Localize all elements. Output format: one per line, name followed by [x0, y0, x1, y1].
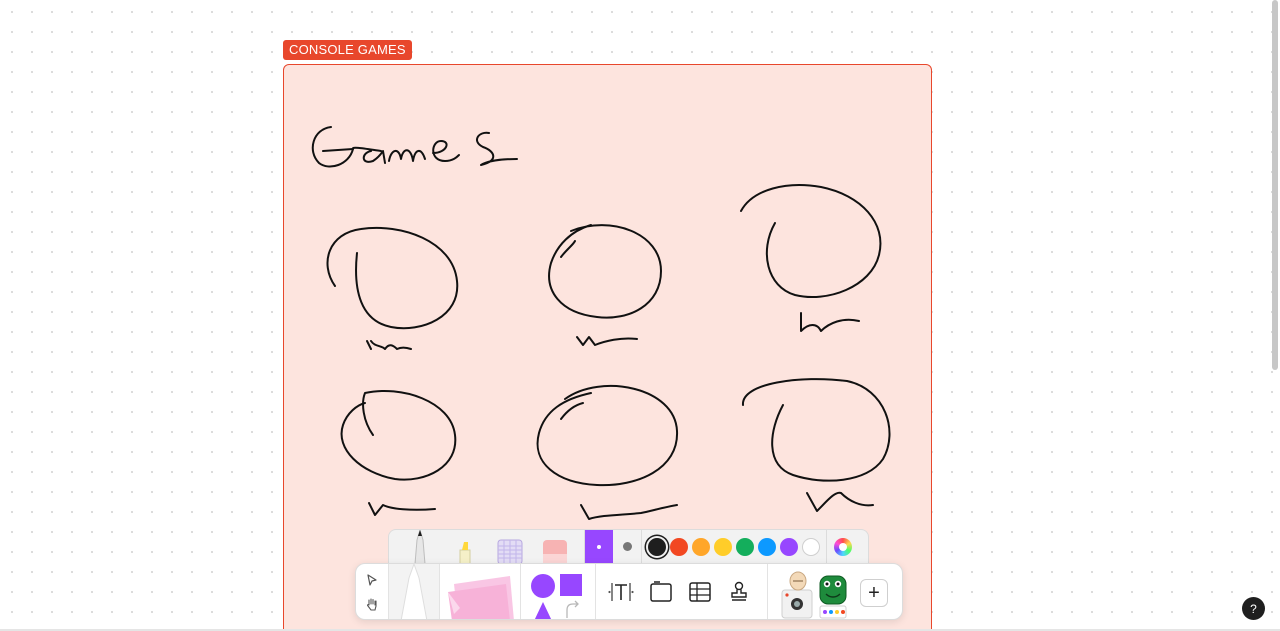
more-tools-button[interactable]: + [860, 579, 888, 607]
frame-label[interactable]: CONSOLE GAMES [283, 40, 412, 60]
widgets-button[interactable] [768, 564, 856, 619]
color-swatch-green[interactable] [736, 537, 754, 556]
sketch-circle-2 [548, 224, 662, 346]
size-dot-small [597, 544, 601, 549]
shapes-icon [531, 574, 582, 619]
widgets-sticker-icon [781, 571, 847, 619]
shape-arrow [566, 600, 579, 618]
stroke-size-medium[interactable] [613, 530, 641, 564]
pen-tool-button[interactable] [389, 564, 439, 619]
sketch-circle-3 [740, 184, 882, 332]
color-swatch-white[interactable] [802, 537, 820, 556]
sticky-note-icon [448, 576, 514, 619]
size-dot-medium [622, 542, 632, 551]
table-icon [689, 582, 711, 602]
color-swatch-red[interactable] [670, 537, 688, 556]
sketch-circle-5 [536, 385, 679, 520]
title-scribble [311, 126, 518, 168]
section-tool-button[interactable] [648, 579, 674, 605]
main-toolbar: + [355, 563, 903, 620]
shape-triangle [534, 602, 552, 619]
table-tool-button[interactable] [687, 579, 713, 605]
help-button[interactable]: ? [1242, 597, 1265, 620]
color-swatch-violet[interactable] [780, 537, 798, 556]
hand-icon[interactable] [364, 596, 380, 612]
color-wheel-icon [834, 537, 852, 556]
pen-icon[interactable] [407, 529, 433, 564]
sketch-circle-1 [326, 226, 459, 350]
color-swatch-blue[interactable] [758, 537, 776, 556]
pen-options-bar [388, 529, 869, 564]
sticky-note-button[interactable] [440, 564, 520, 619]
section-icon [650, 581, 672, 602]
stamp-icon [731, 581, 747, 601]
sketch-circle-6 [741, 378, 891, 512]
shapes-button[interactable] [521, 564, 595, 619]
pen-large-icon [400, 564, 428, 619]
stamp-tool-button[interactable] [726, 579, 752, 605]
shape-square [560, 574, 582, 596]
text-icon [608, 583, 634, 601]
eraser-icon[interactable] [541, 538, 569, 564]
stroke-size-group [584, 529, 642, 564]
text-tool-button[interactable] [608, 579, 634, 605]
pen-tool-group [389, 529, 584, 564]
vertical-scrollbar[interactable] [1272, 0, 1278, 370]
washi-tape-icon[interactable] [495, 536, 525, 564]
shape-circle [531, 574, 555, 598]
sketch-circle-4 [340, 389, 457, 516]
cursor-icon[interactable] [364, 572, 380, 588]
stroke-size-small[interactable] [585, 529, 613, 564]
color-picker-button[interactable] [827, 530, 859, 564]
highlighter-icon[interactable] [455, 538, 475, 564]
color-swatch-black[interactable] [648, 537, 666, 556]
color-swatch-yellow[interactable] [714, 537, 732, 556]
color-swatch-orange[interactable] [692, 537, 710, 556]
color-swatches [642, 529, 827, 564]
